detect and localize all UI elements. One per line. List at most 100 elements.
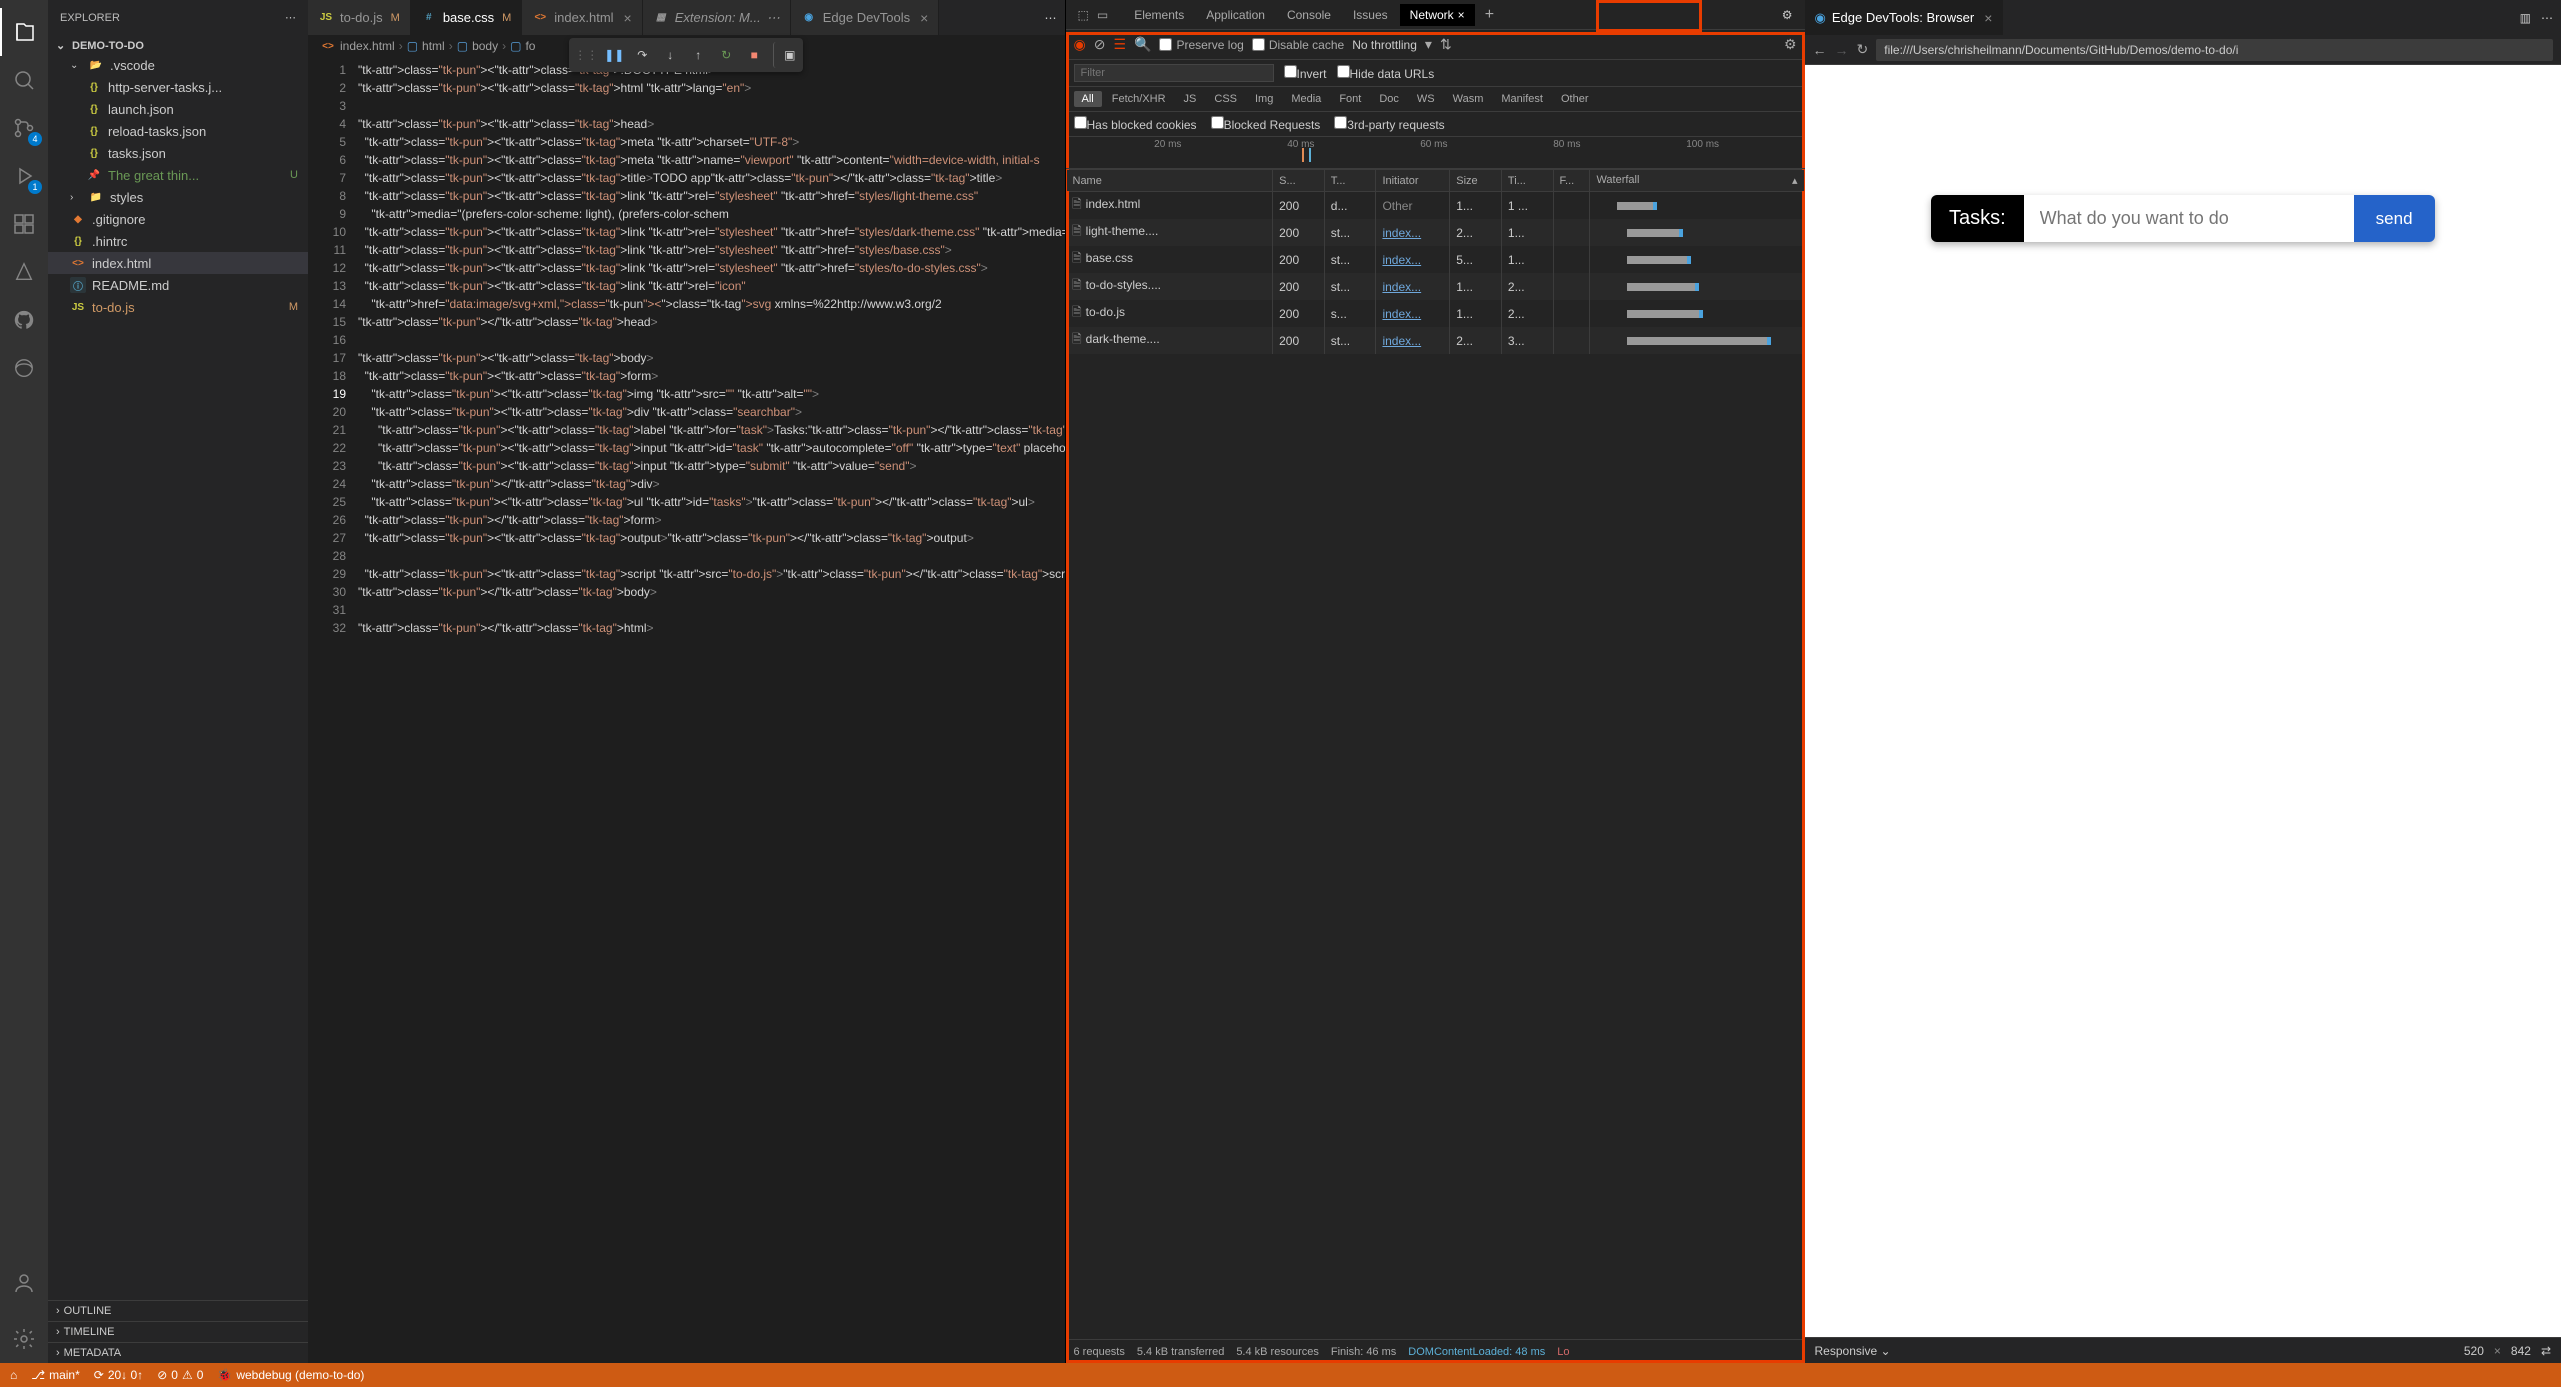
more-icon[interactable]: ⋯ — [285, 11, 296, 24]
sync-indicator[interactable]: ⟳ 20↓ 0↑ — [94, 1368, 143, 1382]
file-gitignore[interactable]: ◆.gitignore — [48, 208, 308, 230]
clear-icon[interactable]: ⊘ — [1094, 36, 1106, 53]
file-hintrc[interactable]: {}.hintrc — [48, 230, 308, 252]
tab-todo-js[interactable]: JSto-do.jsM — [308, 0, 411, 35]
url-input[interactable] — [1876, 39, 2553, 61]
restart-icon[interactable]: ↻ — [713, 42, 739, 68]
throttle-select[interactable]: No throttling — [1352, 38, 1417, 52]
pill-css[interactable]: CSS — [1206, 91, 1245, 107]
search-icon[interactable]: 🔍 — [1134, 36, 1151, 53]
invert-checkbox[interactable]: Invert — [1284, 65, 1327, 81]
settings-icon[interactable] — [0, 1315, 48, 1363]
source-control-icon[interactable]: 4 — [0, 104, 48, 152]
step-into-icon[interactable]: ↓ — [657, 42, 683, 68]
pill-manifest[interactable]: Manifest — [1493, 91, 1551, 107]
pill-media[interactable]: Media — [1283, 91, 1329, 107]
file-great-thing[interactable]: 📌The great thin...U — [48, 164, 308, 186]
pill-img[interactable]: Img — [1247, 91, 1281, 107]
edge-icon[interactable] — [0, 344, 48, 392]
problems-indicator[interactable]: ⊘ 0 ⚠ 0 — [157, 1368, 203, 1382]
file-tasks-json[interactable]: {}tasks.json — [48, 142, 308, 164]
hide-data-checkbox[interactable]: Hide data URLs — [1337, 65, 1435, 81]
tab-elements[interactable]: Elements — [1124, 4, 1194, 26]
timeline-overview[interactable]: 20 ms40 ms60 ms80 ms100 ms — [1066, 137, 1805, 169]
debug-pane-icon[interactable]: ▣ — [773, 42, 799, 68]
add-tab-icon[interactable]: + — [1477, 6, 1502, 24]
folder-vscode[interactable]: ⌄📂.vscode — [48, 54, 308, 76]
file-todo-js[interactable]: JSto-do.jsM — [48, 296, 308, 318]
search-icon[interactable] — [0, 56, 48, 104]
close-icon[interactable]: × — [624, 10, 632, 26]
inspect-icon[interactable]: ⬚ — [1078, 8, 1089, 22]
pill-font[interactable]: Font — [1331, 91, 1369, 107]
pill-other[interactable]: Other — [1553, 91, 1597, 107]
filter-input[interactable] — [1074, 64, 1274, 82]
devtools-settings-icon[interactable]: ⚙ — [1782, 8, 1793, 22]
network-table[interactable]: NameS...T...InitiatorSizeTi...F...Waterf… — [1066, 169, 1805, 1339]
filter-toggle-icon[interactable]: ☰ — [1113, 36, 1126, 53]
tab-network[interactable]: Network× — [1400, 4, 1475, 26]
tab-console[interactable]: Console — [1277, 4, 1341, 26]
file-readme[interactable]: ⓘREADME.md — [48, 274, 308, 296]
request-row[interactable]: 🗎index.html200d...Other 1...1 ... — [1066, 192, 1804, 220]
folder-styles[interactable]: ›📁styles — [48, 186, 308, 208]
device-icon[interactable]: ▭ — [1097, 8, 1108, 22]
tab-edge-devtools[interactable]: ◉Edge DevTools× — [791, 0, 940, 35]
extensions-icon[interactable] — [0, 200, 48, 248]
request-row[interactable]: 🗎to-do.js200s...index... 1...2... — [1066, 300, 1804, 327]
pause-icon[interactable]: ❚❚ — [601, 42, 627, 68]
rotate-icon[interactable]: ⇄ — [2541, 1344, 2551, 1358]
disable-cache-checkbox[interactable]: Disable cache — [1252, 38, 1344, 52]
run-debug-icon[interactable]: 1 — [0, 152, 48, 200]
tab-overflow[interactable]: ⋯ — [1037, 0, 1065, 35]
file-reload-tasks-json[interactable]: {}reload-tasks.json — [48, 120, 308, 142]
send-button[interactable]: send — [2354, 195, 2435, 242]
viewport-width[interactable]: 520 — [2464, 1344, 2484, 1358]
pill-js[interactable]: JS — [1176, 91, 1205, 107]
branch-indicator[interactable]: ⎇ main* — [31, 1368, 80, 1382]
grip-icon[interactable]: ⋮⋮ — [573, 42, 599, 68]
pill-wasm[interactable]: Wasm — [1445, 91, 1492, 107]
remote-icon[interactable]: ⌂ — [10, 1368, 17, 1382]
close-icon[interactable]: × — [1458, 8, 1465, 22]
pill-fetch/xhr[interactable]: Fetch/XHR — [1104, 91, 1174, 107]
code-editor[interactable]: 1234567891011121314151617181920212223242… — [308, 57, 1065, 1363]
project-root[interactable]: ⌄DEMO-TO-DO — [48, 37, 308, 54]
network-settings-icon[interactable]: ⚙ — [1784, 36, 1797, 53]
more-icon[interactable]: ⋯ — [2541, 11, 2553, 25]
github-icon[interactable] — [0, 296, 48, 344]
tab-application[interactable]: Application — [1196, 4, 1275, 26]
accounts-icon[interactable] — [0, 1259, 48, 1307]
explorer-icon[interactable] — [0, 8, 48, 56]
rendered-page[interactable]: Tasks: send — [1805, 65, 2561, 1337]
back-icon[interactable]: ← — [1813, 42, 1827, 58]
responsive-select[interactable]: Responsive ⌄ — [1815, 1344, 1891, 1358]
timeline-section[interactable]: ›TIMELINE — [48, 1321, 308, 1342]
pill-doc[interactable]: Doc — [1371, 91, 1407, 107]
tab-base-css[interactable]: #base.cssM — [411, 0, 522, 35]
file-index-html[interactable]: <>index.html — [48, 252, 308, 274]
request-row[interactable]: 🗎dark-theme....200st...index... 2...3... — [1066, 327, 1804, 354]
close-icon[interactable]: × — [920, 10, 928, 26]
outline-section[interactable]: ›OUTLINE — [48, 1300, 308, 1321]
metadata-section[interactable]: ›METADATA — [48, 1342, 308, 1363]
stop-icon[interactable]: ■ — [741, 42, 767, 68]
file-http-server-tasks[interactable]: {}http-server-tasks.j... — [48, 76, 308, 98]
viewport-height[interactable]: 842 — [2511, 1344, 2531, 1358]
request-row[interactable]: 🗎to-do-styles....200st...index... 1...2.… — [1066, 273, 1804, 300]
reload-icon[interactable]: ↻ — [1857, 41, 1869, 58]
forward-icon[interactable]: → — [1835, 42, 1849, 58]
azure-icon[interactable] — [0, 248, 48, 296]
step-out-icon[interactable]: ↑ — [685, 42, 711, 68]
request-row[interactable]: 🗎base.css200st...index... 5...1... — [1066, 246, 1804, 273]
task-input[interactable] — [2024, 195, 2354, 242]
pill-all[interactable]: All — [1074, 91, 1102, 107]
preserve-log-checkbox[interactable]: Preserve log — [1159, 38, 1243, 52]
request-row[interactable]: 🗎light-theme....200st...index... 2...1..… — [1066, 219, 1804, 246]
pill-ws[interactable]: WS — [1409, 91, 1443, 107]
step-over-icon[interactable]: ↷ — [629, 42, 655, 68]
file-launch-json[interactable]: {}launch.json — [48, 98, 308, 120]
chevron-down-icon[interactable]: ▾ — [1425, 36, 1432, 53]
close-icon[interactable]: × — [1984, 10, 1992, 26]
tab-issues[interactable]: Issues — [1343, 4, 1398, 26]
